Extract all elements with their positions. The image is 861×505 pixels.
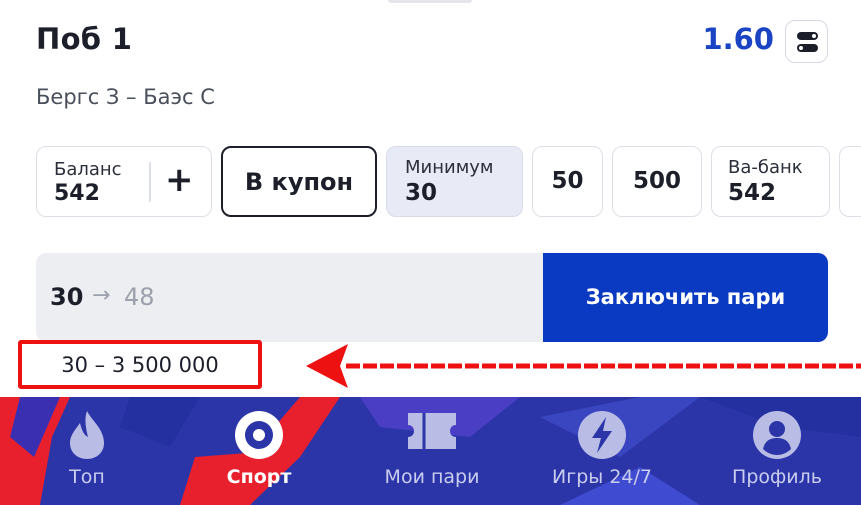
balance-chip: Баланс 542 + xyxy=(36,146,212,217)
sheet-drag-handle[interactable] xyxy=(388,0,472,3)
vabank-value: 542 xyxy=(728,180,777,206)
stake-limits: 30 – 3 500 000 xyxy=(61,353,219,377)
minimum-label: Минимум xyxy=(405,157,494,178)
vabank-label: Ва-банк xyxy=(728,157,803,178)
stake-chip-partial[interactable] xyxy=(839,146,861,217)
add-to-coupon-label: В купон xyxy=(244,168,354,196)
stake-minimum-chip[interactable]: Минимум 30 xyxy=(386,146,523,217)
bet-title: Поб 1 xyxy=(36,22,133,56)
flame-icon xyxy=(70,411,104,459)
user-icon xyxy=(753,411,801,459)
balance-value: 542 xyxy=(54,181,100,206)
lightning-icon xyxy=(578,411,626,459)
bottom-navigation: Топ Спорт Мои пари Игры 24/7 Профиль xyxy=(0,397,861,505)
stake-all-in-chip[interactable]: Ва-банк 542 xyxy=(711,146,830,217)
ticket-icon xyxy=(408,413,456,449)
toggle-icon xyxy=(797,32,818,40)
arrow-right-icon: → xyxy=(92,283,111,308)
stake-amount: 30 xyxy=(50,283,84,311)
place-bet-button[interactable]: Заключить пари xyxy=(543,253,828,342)
balance-label: Баланс xyxy=(54,159,122,180)
nav-profile[interactable]: Профиль xyxy=(712,397,842,505)
stake-limits-highlight: 30 – 3 500 000 xyxy=(18,340,262,389)
match-name: Бергс З – Баэс С xyxy=(36,85,215,109)
stake-500-chip[interactable]: 500 xyxy=(612,146,702,217)
potential-win: 48 xyxy=(124,283,155,311)
add-to-coupon-button[interactable]: В купон xyxy=(221,146,377,217)
nav-games[interactable]: Игры 24/7 xyxy=(532,397,672,505)
target-icon xyxy=(235,411,283,459)
nav-sport[interactable]: Спорт xyxy=(194,397,324,505)
annotation-arrow xyxy=(306,344,861,388)
divider xyxy=(149,162,151,202)
nav-top[interactable]: Топ xyxy=(22,397,152,505)
nav-my-bets[interactable]: Мои пари xyxy=(362,397,502,505)
settings-toggle-button[interactable] xyxy=(785,20,828,63)
stake-amount-input[interactable]: 30 → 48 xyxy=(36,253,544,342)
stake-50-chip[interactable]: 50 xyxy=(532,146,603,217)
minimum-value: 30 xyxy=(405,180,438,206)
odds-value: 1.60 xyxy=(702,22,774,56)
top-up-button[interactable]: + xyxy=(165,157,194,203)
